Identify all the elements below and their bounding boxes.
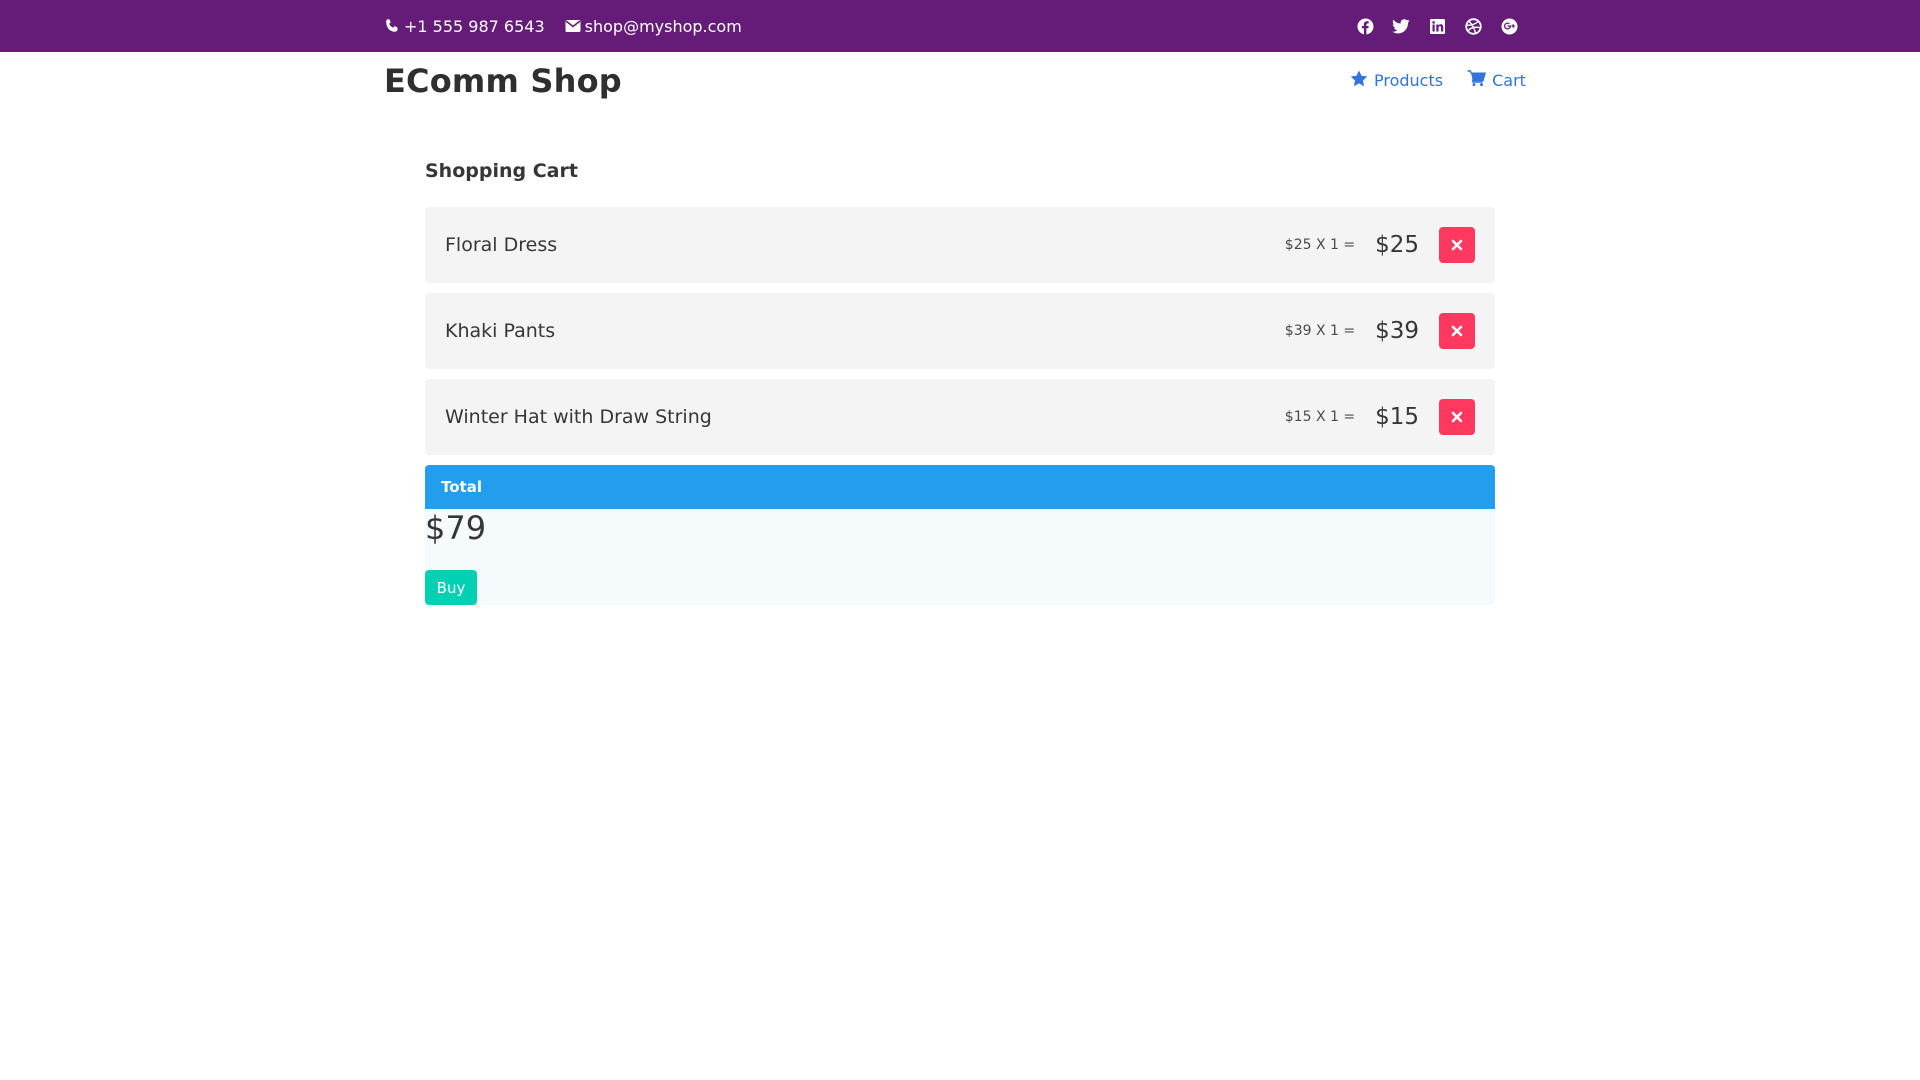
close-icon (1451, 408, 1463, 427)
total-panel: Total $79 Buy (425, 465, 1495, 605)
email-address: shop@myshop.com (584, 16, 742, 36)
cart-item: Winter Hat with Draw String $15 X 1 = $1… (425, 379, 1495, 455)
linkedin-icon[interactable] (1428, 17, 1446, 35)
cart-item-name: Floral Dress (445, 234, 558, 256)
star-icon (1350, 70, 1368, 91)
social-links (1356, 0, 1518, 52)
brand-title[interactable]: EComm Shop (384, 62, 622, 100)
cart-icon (1467, 70, 1487, 91)
close-icon (1451, 236, 1463, 255)
cart-item: Floral Dress $25 X 1 = $25 (425, 207, 1495, 283)
remove-item-button[interactable] (1439, 313, 1475, 349)
remove-item-button[interactable] (1439, 227, 1475, 263)
cart-item-name: Winter Hat with Draw String (445, 406, 712, 428)
facebook-icon[interactable] (1356, 17, 1374, 35)
cart-item-price: $15 (1375, 404, 1419, 430)
close-icon (1451, 322, 1463, 341)
phone-number: +1 555 987 6543 (404, 16, 545, 36)
total-amount: $79 (425, 509, 487, 547)
top-bar: +1 555 987 6543 shop@myshop.com (0, 0, 1920, 52)
cart-item-price: $25 (1375, 232, 1419, 258)
cart-item-calc: $25 X 1 = (1284, 237, 1356, 253)
nav-products-link[interactable]: Products (1350, 70, 1443, 91)
envelope-icon (565, 19, 581, 33)
phone-contact[interactable]: +1 555 987 6543 (384, 17, 545, 36)
cart-item: Khaki Pants $39 X 1 = $39 (425, 293, 1495, 369)
cart-item-calc: $39 X 1 = (1284, 323, 1356, 339)
buy-button[interactable]: Buy (425, 570, 477, 605)
main-nav: Products Cart (1350, 70, 1526, 91)
cart-title: Shopping Cart (425, 160, 578, 182)
total-header: Total (425, 465, 1495, 509)
phone-icon (384, 18, 400, 34)
contact-info: +1 555 987 6543 shop@myshop.com (384, 0, 742, 52)
nav-cart-label: Cart (1492, 71, 1526, 90)
google-plus-icon[interactable] (1500, 17, 1518, 35)
cart-item-name: Khaki Pants (445, 320, 556, 342)
email-contact[interactable]: shop@myshop.com (565, 17, 742, 36)
dribbble-icon[interactable] (1464, 17, 1482, 35)
nav-cart-link[interactable]: Cart (1467, 70, 1526, 91)
cart-item-calc: $15 X 1 = (1284, 409, 1356, 425)
remove-item-button[interactable] (1439, 399, 1475, 435)
cart-list: Floral Dress $25 X 1 = $25 Khaki Pants $… (425, 207, 1495, 465)
cart-item-price: $39 (1375, 318, 1419, 344)
nav-products-label: Products (1374, 71, 1444, 90)
twitter-icon[interactable] (1392, 17, 1410, 35)
